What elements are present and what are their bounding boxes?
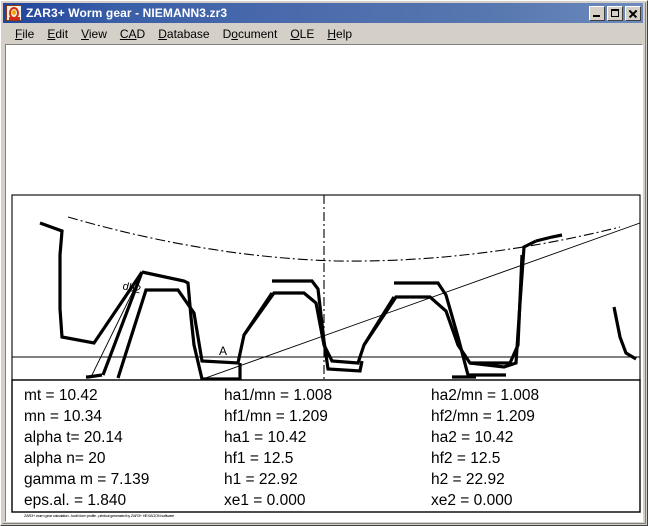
table-cell: ha1 = 10.42 xyxy=(224,429,306,446)
window-controls xyxy=(589,5,641,21)
table-cell: ha2/mn = 1.008 xyxy=(431,387,539,404)
menu-item-help-rest: elp xyxy=(336,26,353,41)
table-cell: hf2/mn = 1.209 xyxy=(431,408,535,425)
table-cell: h2 = 22.92 xyxy=(431,471,505,488)
table-cell: eps.al. = 1.840 xyxy=(24,492,126,509)
maximize-icon xyxy=(611,8,619,17)
menu-item-view-rest: iew xyxy=(88,26,107,41)
minimize-button[interactable] xyxy=(589,5,605,21)
menu-bar: File Edit View CAD Database Document OLE… xyxy=(3,24,643,43)
table-cell: gamma m = 7.139 xyxy=(24,471,149,488)
application-window: ZAR3+ Worm gear - NIEMANN3.zr3 File Edit… xyxy=(0,0,648,526)
table-cell: ha1/mn = 1.008 xyxy=(224,387,332,404)
table-cell: alpha t= 20.14 xyxy=(24,429,123,446)
minimize-icon xyxy=(593,14,600,17)
table-cell: xe1 = 0.000 xyxy=(224,492,306,509)
table-cell: mt = 10.42 xyxy=(24,387,98,404)
worm-gear-drawing: db2 A mt = 10.42 mn = 10.34 alpha t= 20.… xyxy=(11,194,641,513)
app-icon-base xyxy=(9,17,20,20)
table-cell: hf2 = 12.5 xyxy=(431,450,500,467)
menu-item-file-rest: ile xyxy=(22,26,35,41)
table-cell: hf1/mn = 1.209 xyxy=(224,408,328,425)
menu-item-cad-rest: D xyxy=(136,26,146,41)
table-cell: h1 = 22.92 xyxy=(224,471,298,488)
zar3-app-icon xyxy=(6,5,22,21)
menu-item-ole-rest: LE xyxy=(299,26,315,41)
menu-item-file[interactable]: File xyxy=(9,25,41,43)
close-button[interactable] xyxy=(625,5,641,21)
menu-item-database-rest: atabase xyxy=(166,26,210,41)
point-a-label: A xyxy=(219,344,227,358)
table-cell: xe2 = 0.000 xyxy=(431,492,513,509)
menu-item-document[interactable]: Document xyxy=(217,25,285,43)
window-title: ZAR3+ Worm gear - NIEMANN3.zr3 xyxy=(26,6,228,20)
menu-item-help[interactable]: Help xyxy=(321,25,359,43)
table-cell: mn = 10.34 xyxy=(24,408,102,425)
menu-item-view[interactable]: View xyxy=(75,25,114,43)
menu-item-edit-rest: dit xyxy=(55,26,69,41)
table-cell: hf1 = 12.5 xyxy=(224,450,293,467)
title-bar[interactable]: ZAR3+ Worm gear - NIEMANN3.zr3 xyxy=(3,3,643,23)
table-cell: ha2 = 10.42 xyxy=(431,429,513,446)
document-client-area[interactable]: db2 A mt = 10.42 mn = 10.34 alpha t= 20.… xyxy=(5,44,643,522)
drawing-canvas[interactable]: db2 A mt = 10.42 mn = 10.34 alpha t= 20.… xyxy=(6,45,642,521)
menu-item-document-rest: cument xyxy=(237,26,278,41)
menu-item-ole[interactable]: OLE xyxy=(284,25,321,43)
menu-item-edit[interactable]: Edit xyxy=(41,25,75,43)
app-icon-core xyxy=(12,10,16,15)
menu-item-document-pre: D xyxy=(222,26,232,41)
maximize-button[interactable] xyxy=(607,5,623,21)
menu-item-database[interactable]: Database xyxy=(152,25,216,43)
drawing-footer-microtext: ZAR3+ worm gear calculation - tooth form… xyxy=(24,513,175,518)
table-cell: alpha n= 20 xyxy=(24,450,106,467)
menu-item-cad[interactable]: CAD xyxy=(114,25,152,43)
